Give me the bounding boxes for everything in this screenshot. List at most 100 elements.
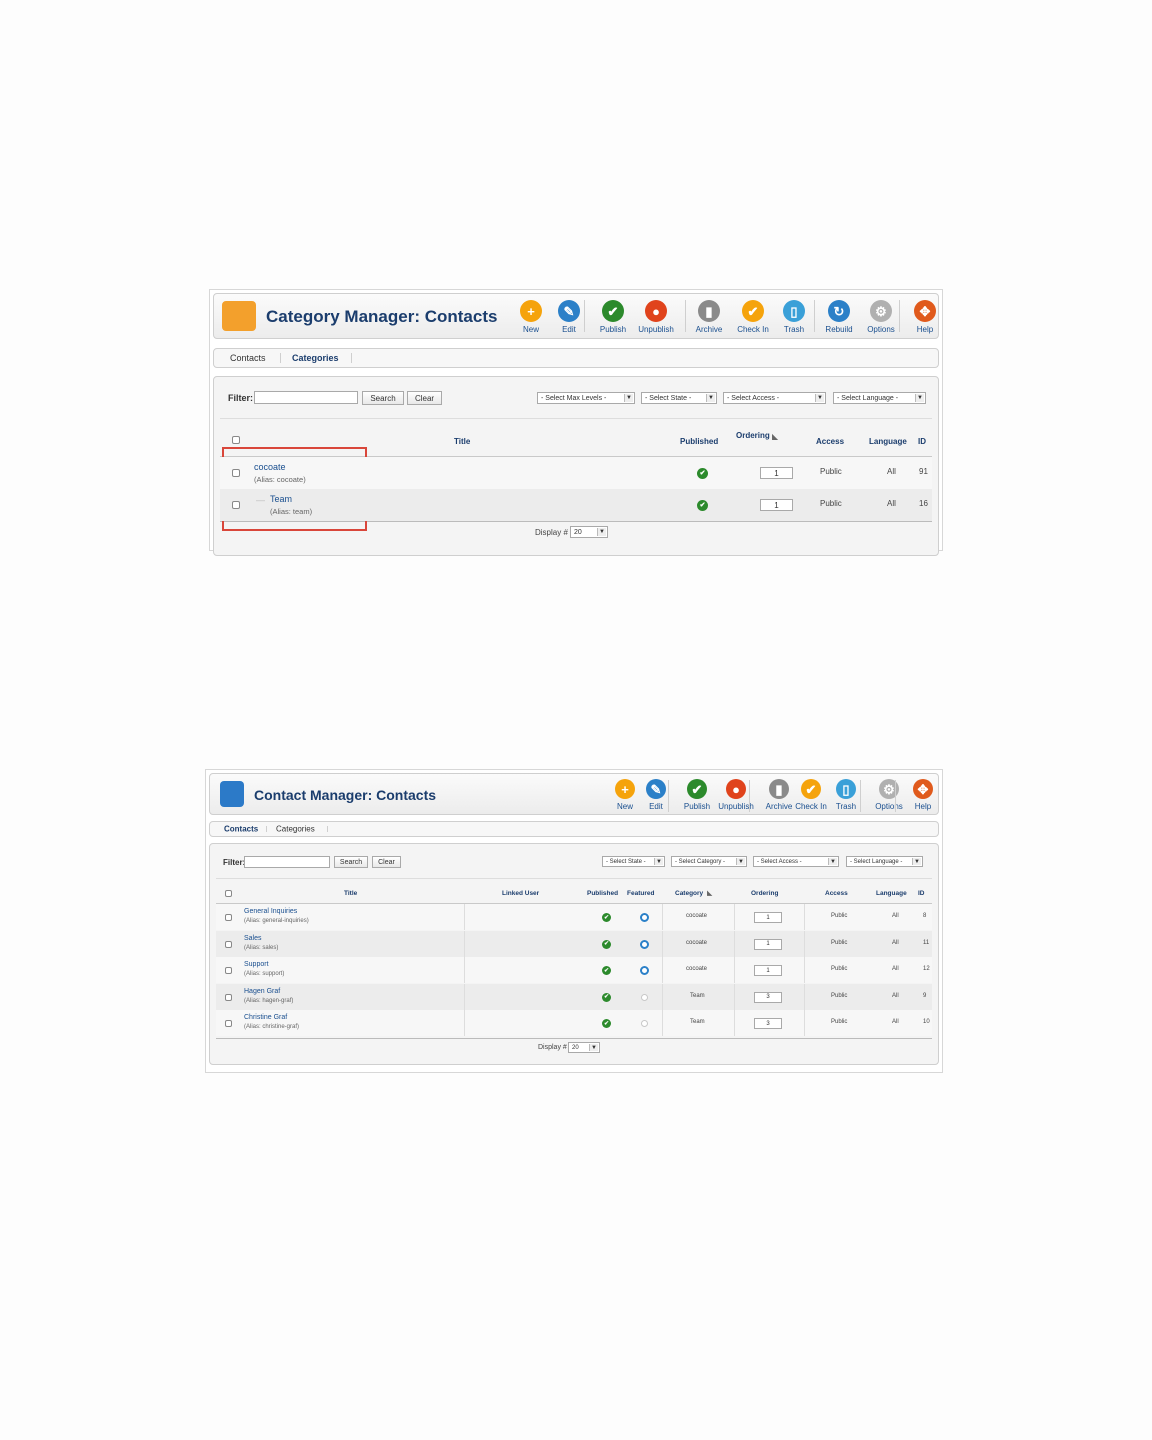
published-check-icon[interactable]: ✔ (602, 966, 611, 976)
column-title[interactable]: Title (454, 437, 470, 446)
select-max-levels[interactable]: - Select Max Levels - ▼ (537, 392, 635, 404)
id-value: 9 (923, 992, 927, 999)
select-language[interactable]: - Select Language - ▼ (846, 856, 923, 867)
column-access[interactable]: Access (816, 437, 844, 446)
filter-input[interactable] (244, 856, 330, 868)
table-row: — Team (Alias: team) ✔ 1 Public All 16 (220, 489, 932, 521)
column-id[interactable]: ID (918, 890, 925, 897)
select-category[interactable]: - Select Category - ▼ (671, 856, 747, 867)
id-value: 10 (923, 1019, 930, 1026)
edit-button[interactable]: ✎ Edit (635, 779, 677, 811)
row-checkbox[interactable] (225, 940, 232, 948)
trash-button[interactable]: ▯ Trash (773, 300, 815, 334)
column-published[interactable]: Published (587, 890, 618, 897)
row-checkbox[interactable] (232, 501, 240, 509)
contact-alias: (Alias: hagen-graf) (244, 997, 294, 1004)
row-checkbox[interactable] (225, 993, 232, 1001)
ordering-input[interactable]: 3 (754, 991, 782, 1003)
category-title-link[interactable]: Team (270, 494, 292, 504)
toolbar-label: Trash (783, 325, 805, 334)
contact-title-link[interactable]: Support (244, 961, 269, 968)
column-category[interactable]: Category (675, 890, 703, 897)
category-title-link[interactable]: cocoate (254, 462, 286, 472)
column-id[interactable]: ID (918, 437, 926, 446)
filter-input[interactable] (254, 391, 358, 404)
access-value: Public (820, 499, 842, 508)
not-featured-icon[interactable] (641, 1020, 648, 1028)
published-check-icon[interactable]: ✔ (697, 500, 708, 511)
publish-button[interactable]: ✔ Publish (592, 300, 634, 334)
clear-button[interactable]: Clear (372, 856, 401, 868)
options-button[interactable]: ⚙ Options (860, 300, 902, 334)
tab-categories[interactable]: Categories (292, 353, 339, 363)
search-button[interactable]: Search (362, 391, 404, 405)
published-check-icon[interactable]: ✔ (602, 913, 611, 922)
toolbar-label: Edit (562, 325, 576, 334)
display-limit-select[interactable]: 20 ▼ (568, 1042, 600, 1053)
ordering-input[interactable]: 1 (754, 965, 782, 977)
new-button[interactable]: + New (510, 300, 552, 334)
publish-button[interactable]: ✔ Publish (676, 779, 718, 811)
select-language[interactable]: - Select Language - ▼ (833, 392, 926, 404)
featured-icon[interactable] (640, 966, 649, 976)
column-ordering[interactable]: Ordering (736, 431, 770, 440)
row-checkbox[interactable] (225, 914, 232, 921)
access-value: Public (831, 1019, 848, 1026)
toolbar-label: Options (875, 802, 903, 811)
column-linked-user[interactable]: Linked User (502, 890, 539, 897)
published-check-icon[interactable]: ✔ (697, 468, 708, 479)
language-value: All (892, 939, 899, 946)
toolbar-label: Archive (695, 325, 723, 334)
select-access[interactable]: - Select Access - ▼ (753, 856, 839, 867)
toolbar-label: Help (916, 325, 934, 334)
select-all-checkbox[interactable] (232, 436, 240, 444)
ordering-input[interactable]: 1 (760, 499, 793, 511)
select-access[interactable]: - Select Access - ▼ (723, 392, 826, 404)
column-access[interactable]: Access (825, 890, 848, 897)
tab-contacts[interactable]: Contacts (230, 353, 266, 363)
featured-icon[interactable] (640, 939, 649, 949)
tab-contacts[interactable]: Contacts (224, 825, 258, 834)
ordering-input[interactable]: 1 (754, 912, 782, 923)
select-all-checkbox[interactable] (225, 890, 232, 897)
not-featured-icon[interactable] (641, 993, 648, 1001)
ordering-input[interactable]: 1 (760, 467, 793, 479)
select-state[interactable]: - Select State - ▼ (602, 856, 665, 867)
contact-title-link[interactable]: Sales (244, 935, 262, 942)
unpublish-button[interactable]: ● Unpublish (715, 779, 757, 811)
column-language[interactable]: Language (869, 437, 907, 446)
help-button[interactable]: ✥ Help (904, 300, 946, 334)
rebuild-button[interactable]: ↻ Rebuild (818, 300, 860, 334)
select-state[interactable]: - Select State - ▼ (641, 392, 717, 404)
contact-title-link[interactable]: Christine Graf (244, 1014, 287, 1021)
ordering-input[interactable]: 1 (754, 938, 782, 950)
search-button[interactable]: Search (334, 856, 368, 868)
featured-icon[interactable] (640, 913, 649, 922)
archive-button[interactable]: ▮ Archive (688, 300, 730, 334)
display-limit-select[interactable]: 20 ▼ (570, 526, 608, 538)
unpublish-button[interactable]: ● Unpublish (635, 300, 677, 334)
page-title: Category Manager: Contacts (266, 307, 498, 326)
column-ordering[interactable]: Ordering (751, 890, 778, 897)
published-check-icon[interactable]: ✔ (602, 1019, 611, 1029)
toolbar-label: Publish (599, 325, 627, 334)
ordering-input[interactable]: 3 (754, 1018, 782, 1030)
column-featured[interactable]: Featured (627, 890, 654, 897)
help-button[interactable]: ✥ Help (902, 779, 944, 811)
column-published[interactable]: Published (680, 437, 718, 446)
column-title[interactable]: Title (344, 890, 357, 897)
contact-title-link[interactable]: General Inquiries (244, 908, 297, 915)
clear-button[interactable]: Clear (407, 391, 442, 405)
category-value: Team (690, 992, 705, 999)
row-checkbox[interactable] (225, 967, 232, 975)
row-checkbox[interactable] (225, 1020, 232, 1028)
row-checkbox[interactable] (232, 469, 240, 477)
published-check-icon[interactable]: ✔ (602, 992, 611, 1002)
column-language[interactable]: Language (876, 890, 907, 897)
check-in-button[interactable]: ✔ Check In (732, 300, 774, 334)
id-value: 11 (923, 939, 930, 946)
table-row: Christine Graf (Alias: christine-graf) ✔ Te… (216, 1010, 932, 1037)
tab-categories[interactable]: Categories (276, 825, 315, 834)
contact-title-link[interactable]: Hagen Graf (244, 988, 280, 995)
published-check-icon[interactable]: ✔ (602, 939, 611, 949)
